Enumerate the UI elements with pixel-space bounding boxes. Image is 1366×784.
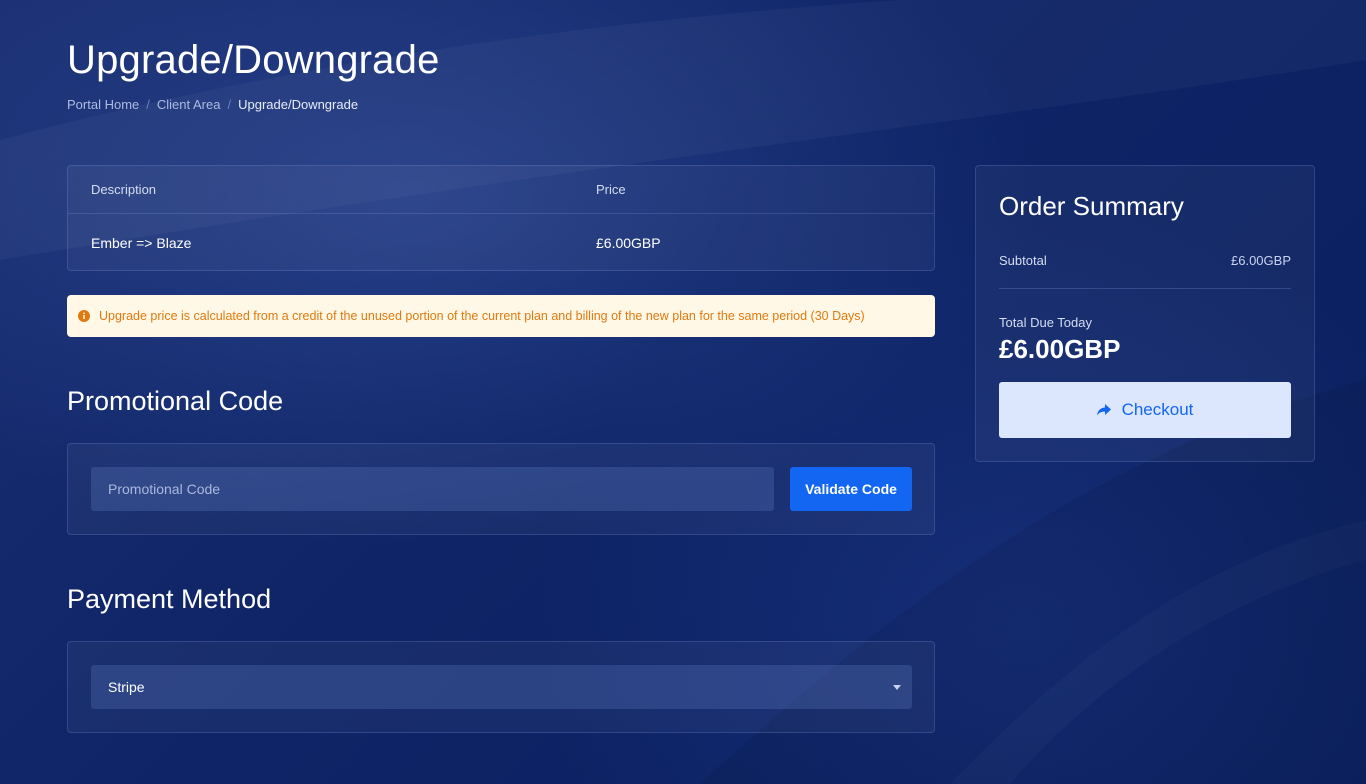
item-price: £6.00GBP — [596, 235, 661, 251]
breadcrumb-separator: / — [227, 97, 232, 112]
breadcrumb-portal-home[interactable]: Portal Home — [67, 97, 139, 112]
checkout-label: Checkout — [1121, 400, 1194, 419]
chevron-down-icon — [893, 685, 901, 690]
promo-panel: Validate Code — [67, 443, 935, 535]
order-summary-title: Order Summary — [999, 191, 1184, 221]
item-description: Ember => Blaze — [91, 235, 192, 251]
total-due-value: £6.00GBP — [999, 334, 1121, 364]
table-header: Description Price — [68, 166, 934, 214]
alert-text: Upgrade price is calculated from a credi… — [99, 309, 865, 323]
checkout-button[interactable]: Checkout — [999, 382, 1291, 438]
payment-section-title: Payment Method — [67, 584, 272, 614]
subtotal-value: £6.00GBP — [1231, 253, 1291, 268]
payment-method-select[interactable]: Stripe — [91, 665, 912, 709]
payment-method-value: Stripe — [108, 679, 145, 695]
page-title: Upgrade/Downgrade — [67, 38, 440, 82]
info-circle-icon — [78, 310, 90, 322]
order-summary-panel: Order Summary Subtotal £6.00GBP Total Du… — [975, 165, 1315, 462]
summary-divider — [999, 288, 1291, 289]
breadcrumb-separator: / — [146, 97, 150, 112]
breadcrumb: Portal Home / Client Area / Upgrade/Down… — [67, 97, 358, 112]
column-header-price: Price — [596, 182, 626, 197]
share-arrow-icon — [1096, 404, 1111, 416]
subtotal-label: Subtotal — [999, 253, 1047, 268]
validate-code-button[interactable]: Validate Code — [790, 467, 912, 511]
promo-code-input[interactable] — [91, 467, 774, 511]
promo-section-title: Promotional Code — [67, 386, 284, 416]
column-header-description: Description — [91, 182, 157, 197]
breadcrumb-client-area[interactable]: Client Area — [157, 97, 221, 112]
items-table: Description Price Ember => Blaze £6.00GB… — [67, 165, 935, 271]
table-row: Ember => Blaze £6.00GBP — [68, 214, 934, 272]
upgrade-info-alert: Upgrade price is calculated from a credi… — [67, 295, 935, 337]
payment-panel: Stripe — [67, 641, 935, 733]
total-due-label: Total Due Today — [999, 315, 1092, 330]
breadcrumb-current: Upgrade/Downgrade — [238, 97, 359, 112]
